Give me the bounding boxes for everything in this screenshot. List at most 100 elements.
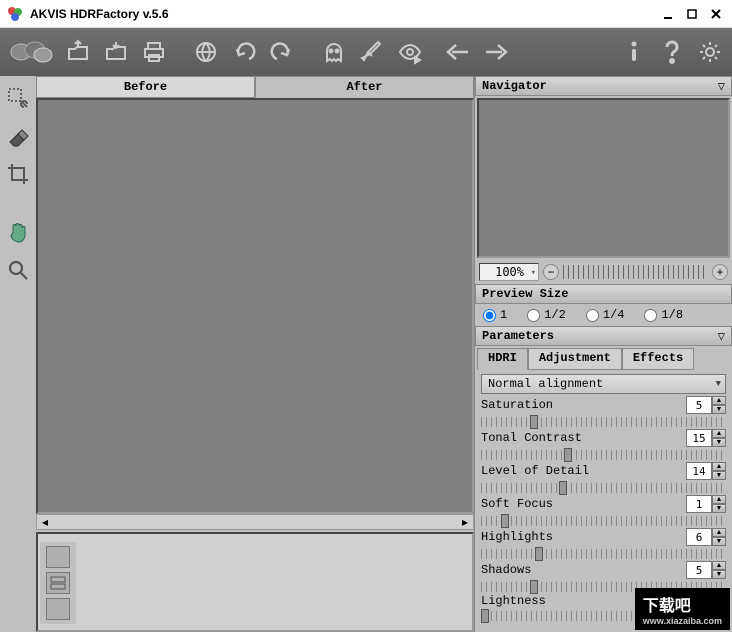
parameters-title: Parameters [482,329,554,343]
param-slider[interactable] [481,549,726,559]
view-grid-icon[interactable] [46,598,70,620]
tab-adjustment[interactable]: Adjustment [528,348,622,370]
param-label: Saturation [481,398,686,412]
tab-effects[interactable]: Effects [622,348,694,370]
spin-down-icon[interactable]: ▼ [712,570,726,579]
maximize-button[interactable] [682,4,702,24]
zoom-in-icon[interactable]: + [712,264,728,280]
redo-icon[interactable] [264,34,300,70]
preview-size-header: Preview Size [475,284,732,304]
preview-1-2[interactable]: 1/2 [527,308,566,322]
navigator-header: Navigator ▽ [475,76,732,96]
close-button[interactable] [706,4,726,24]
zoom-bar: 100% − + [475,260,732,284]
minimize-button[interactable] [658,4,678,24]
spin-down-icon[interactable]: ▼ [712,504,726,513]
param-spinner[interactable]: ▲▼ [686,396,726,414]
view-single-icon[interactable] [46,546,70,568]
param-tonal-contrast: Tonal Contrast▲▼ [481,429,726,460]
tab-hdri[interactable]: HDRI [477,348,528,370]
spin-up-icon[interactable]: ▲ [712,396,726,405]
spin-down-icon[interactable]: ▼ [712,405,726,414]
spin-down-icon[interactable]: ▼ [712,471,726,480]
param-slider[interactable] [481,516,726,526]
param-label: Tonal Contrast [481,431,686,445]
param-soft-focus: Soft Focus▲▼ [481,495,726,526]
param-value-input[interactable] [686,429,712,447]
param-label: Shadows [481,563,686,577]
bottom-panel [36,532,474,632]
tools-sidebar [0,76,36,632]
param-label: Highlights [481,530,686,544]
app-logo-icon [6,5,24,23]
param-value-input[interactable] [686,396,712,414]
horizontal-scrollbar[interactable]: ◂ ▸ [36,514,474,530]
watermark: 下载吧 www.xiazaiba.com [635,588,730,630]
zoom-out-icon[interactable]: − [543,264,559,280]
save-icon[interactable] [98,34,134,70]
settings-gear-icon[interactable] [692,34,728,70]
preview-1-4[interactable]: 1/4 [586,308,625,322]
param-slider[interactable] [481,450,726,460]
window-title: AKVIS HDRFactory v.5.6 [30,7,658,21]
spin-up-icon[interactable]: ▲ [712,462,726,471]
param-spinner[interactable]: ▲▼ [686,495,726,513]
param-spinner[interactable]: ▲▼ [686,528,726,546]
param-spinner[interactable]: ▲▼ [686,561,726,579]
zoom-slider[interactable] [563,265,708,279]
param-slider[interactable] [481,483,726,493]
parameters-header: Parameters ▽ [475,326,732,346]
crop-tool-icon[interactable] [2,158,34,190]
spin-up-icon[interactable]: ▲ [712,528,726,537]
preview-1-8[interactable]: 1/8 [644,308,683,322]
publish-icon[interactable] [188,34,224,70]
eye-play-icon[interactable] [392,34,428,70]
titlebar: AKVIS HDRFactory v.5.6 [0,0,732,28]
view-compare-icon[interactable] [46,572,70,594]
param-value-input[interactable] [686,528,712,546]
alignment-dropdown[interactable]: Normal alignment [481,374,726,394]
preview-size-options: 1 1/2 1/4 1/8 [475,304,732,326]
brush-icon[interactable] [354,34,390,70]
print-icon[interactable] [136,34,172,70]
collapse-icon[interactable]: ▽ [718,79,725,94]
prev-arrow-icon[interactable] [440,34,476,70]
open-icon[interactable] [60,34,96,70]
spin-down-icon[interactable]: ▼ [712,438,726,447]
preview-size-title: Preview Size [482,287,568,301]
param-spinner[interactable]: ▲▼ [686,462,726,480]
param-level-of-detail: Level of Detail▲▼ [481,462,726,493]
spin-up-icon[interactable]: ▲ [712,561,726,570]
param-spinner[interactable]: ▲▼ [686,429,726,447]
scroll-left-icon[interactable]: ◂ [37,515,53,529]
tab-before[interactable]: Before [36,76,255,98]
undo-icon[interactable] [226,34,262,70]
hand-tool-icon[interactable] [2,216,34,248]
main-toolbar [0,28,732,76]
collapse-icon[interactable]: ▽ [718,329,725,344]
param-slider[interactable] [481,417,726,427]
spin-up-icon[interactable]: ▲ [712,429,726,438]
info-icon[interactable] [616,34,652,70]
param-value-input[interactable] [686,462,712,480]
param-value-input[interactable] [686,561,712,579]
help-icon[interactable] [654,34,690,70]
param-saturation: Saturation▲▼ [481,396,726,427]
ghost-icon[interactable] [316,34,352,70]
navigator-title: Navigator [482,79,547,93]
presets-icon[interactable] [4,34,58,70]
spin-down-icon[interactable]: ▼ [712,537,726,546]
param-value-input[interactable] [686,495,712,513]
scroll-right-icon[interactable]: ▸ [457,515,473,529]
quick-preview-tool-icon[interactable] [2,82,34,114]
next-arrow-icon[interactable] [478,34,514,70]
spin-up-icon[interactable]: ▲ [712,495,726,504]
param-label: Level of Detail [481,464,686,478]
image-canvas[interactable] [36,98,474,514]
navigator-preview[interactable] [477,98,730,258]
preview-1[interactable]: 1 [483,308,507,322]
zoom-tool-icon[interactable] [2,254,34,286]
tab-after[interactable]: After [255,76,474,98]
eraser-tool-icon[interactable] [2,120,34,152]
zoom-value-dropdown[interactable]: 100% [479,263,539,281]
